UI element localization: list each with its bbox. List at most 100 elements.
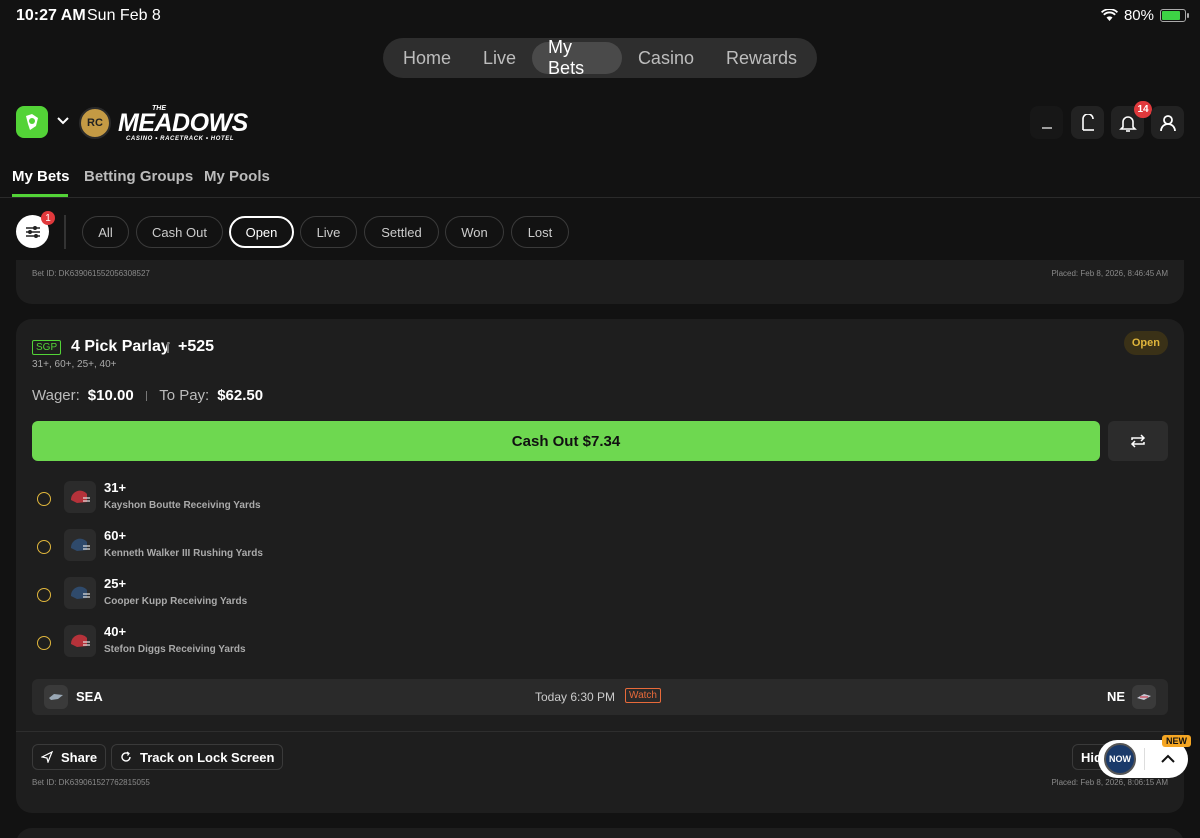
prev-placed-date: Placed: Feb 8, 2026, 8:46:45 AM [1051,269,1168,278]
helmet-icon [64,529,96,561]
home-team: NE [1107,689,1126,704]
game-row[interactable]: SEA Today 6:30 PM Watch NE [32,679,1168,715]
status-badge: Open [1123,331,1168,355]
game-time: Today 6:30 PM [535,690,616,704]
chip-open[interactable]: Open [229,216,294,248]
leg-status-icon [37,540,51,554]
filter-button[interactable]: 1 [16,211,55,248]
status-date: Sun Feb 8 [87,7,161,24]
draftkings-logo[interactable] [16,106,48,138]
leg-line: 40+ [104,624,127,639]
battery-icon [1160,9,1189,22]
top-nav-my-bets[interactable]: My Bets [532,37,622,78]
top-nav: Home Live My Bets Casino Rewards [383,37,817,78]
leg-status-icon [37,492,51,506]
top-nav-rewards[interactable]: Rewards [710,42,813,74]
bet-leg[interactable]: 25+ Cooper Kupp Receiving Yards [32,575,632,615]
filter-row: 1 All Cash Out Open Live Settled Won Los… [0,211,1200,249]
next-bet-card [16,828,1184,838]
parlay-title: 4 Pick Parlay [71,338,170,355]
leg-description: Kayshon Boutte Receiving Yards [104,500,261,511]
brand-subtitle: CASINO • RACETRACK • HOTEL [126,136,235,142]
bell-icon [1118,115,1137,132]
to-pay-label: To Pay: [159,387,210,404]
away-team: SEA [76,689,103,704]
the-meadows-logo: THE MEADOWS CASINO • RACETRACK • HOTEL [118,105,248,142]
chip-all[interactable]: All [82,216,129,248]
seahawks-logo-icon [44,685,68,709]
status-bar: 10:27 AM Sun Feb 8 80% [0,0,1200,32]
picks-summary: 31+, 60+, 25+, 40+ [32,359,117,370]
active-tab-indicator [12,194,68,197]
new-badge: NEW [1162,735,1191,747]
helmet-icon [64,481,96,513]
sliders-icon [25,225,40,238]
track-label: Track on Lock Screen [140,749,275,765]
chevron-up-icon[interactable] [1160,752,1176,766]
chip-settled[interactable]: Settled [364,216,439,248]
leg-line: 25+ [104,576,127,591]
top-nav-home[interactable]: Home [387,42,467,74]
wager-row: Wager: $10.00 To Pay: $62.50 [32,387,263,404]
wifi-icon [1100,9,1118,21]
filter-divider [64,215,66,249]
bet-leg[interactable]: 31+ Kayshon Boutte Receiving Yards [32,479,632,519]
prev-bet-id: Bet ID: DK639061552056308527 [32,269,150,278]
leg-description: Cooper Kupp Receiving Yards [104,596,248,607]
casino-badge-logo: RC [79,107,111,139]
bet-leg[interactable]: 60+ Kenneth Walker III Rushing Yards [32,527,632,567]
chip-live[interactable]: Live [300,216,357,248]
bet-leg[interactable]: 40+ Stefon Diggs Receiving Yards [32,623,632,663]
share-label: Share [61,749,98,765]
watch-badge[interactable]: Watch [625,688,661,703]
cash-out-button[interactable]: Cash Out $7.34 [32,421,1100,461]
refresh-icon [121,751,131,762]
repeat-bet-button[interactable] [1108,421,1168,461]
bet-id: Bet ID: DK639061527762815055 [32,778,150,787]
brand-prefix: THE [152,105,166,112]
account-button[interactable] [1151,106,1184,139]
widget-divider [1144,748,1145,770]
leg-status-icon [37,636,51,650]
leg-description: Stefon Diggs Receiving Yards [104,644,246,655]
chevron-down-icon[interactable] [56,113,70,127]
placed-date: Placed: Feb 8, 2026, 8:06:15 AM [1051,778,1168,787]
chip-won[interactable]: Won [445,216,504,248]
sgp-badge: SGP [32,340,62,355]
cast-icon[interactable] [1030,106,1063,139]
title-separator [167,343,169,353]
battery-percent: 80% [1123,7,1154,24]
leg-description: Kenneth Walker III Rushing Yards [104,548,263,559]
wager-separator [145,390,148,401]
to-pay-amount: $62.50 [217,387,264,404]
bets-sub-tabs: My Bets Betting Groups My Pools [0,162,1200,198]
track-lock-screen-button[interactable]: Track on Lock Screen [111,744,284,770]
filter-count-badge: 1 [41,211,55,225]
bet-slip-icon[interactable] [1071,106,1104,139]
tab-betting-groups[interactable]: Betting Groups [84,168,193,185]
notification-count-badge: 14 [1134,101,1152,118]
app-header: RC THE MEADOWS CASINO • RACETRACK • HOTE… [0,101,1200,144]
status-time: 10:27 AM [16,7,86,24]
top-nav-casino[interactable]: Casino [622,42,710,74]
tab-my-pools[interactable]: My Pools [204,168,270,185]
share-button[interactable]: Share [32,744,107,770]
now-icon[interactable]: NOW [1104,743,1136,775]
previous-bet-card: Bet ID: DK639061552056308527 Placed: Feb… [16,260,1184,304]
user-icon [1159,114,1176,131]
wager-amount: $10.00 [87,387,134,404]
chip-cash-out[interactable]: Cash Out [136,216,223,248]
helmet-icon [64,625,96,657]
notifications-button[interactable]: 14 [1111,101,1152,139]
tab-my-bets[interactable]: My Bets [12,168,70,185]
wager-label: Wager: [32,387,80,404]
leg-line: 60+ [104,528,127,543]
top-nav-live[interactable]: Live [467,42,532,74]
chip-lost[interactable]: Lost [511,216,569,248]
helmet-icon [64,577,96,609]
bet-card: SGP 4 Pick Parlay +525 31+, 60+, 25+, 40… [16,319,1184,813]
parlay-odds: +525 [178,338,215,355]
send-icon [41,751,53,763]
card-divider [16,731,1184,732]
status-indicators: 80% [1100,7,1189,24]
